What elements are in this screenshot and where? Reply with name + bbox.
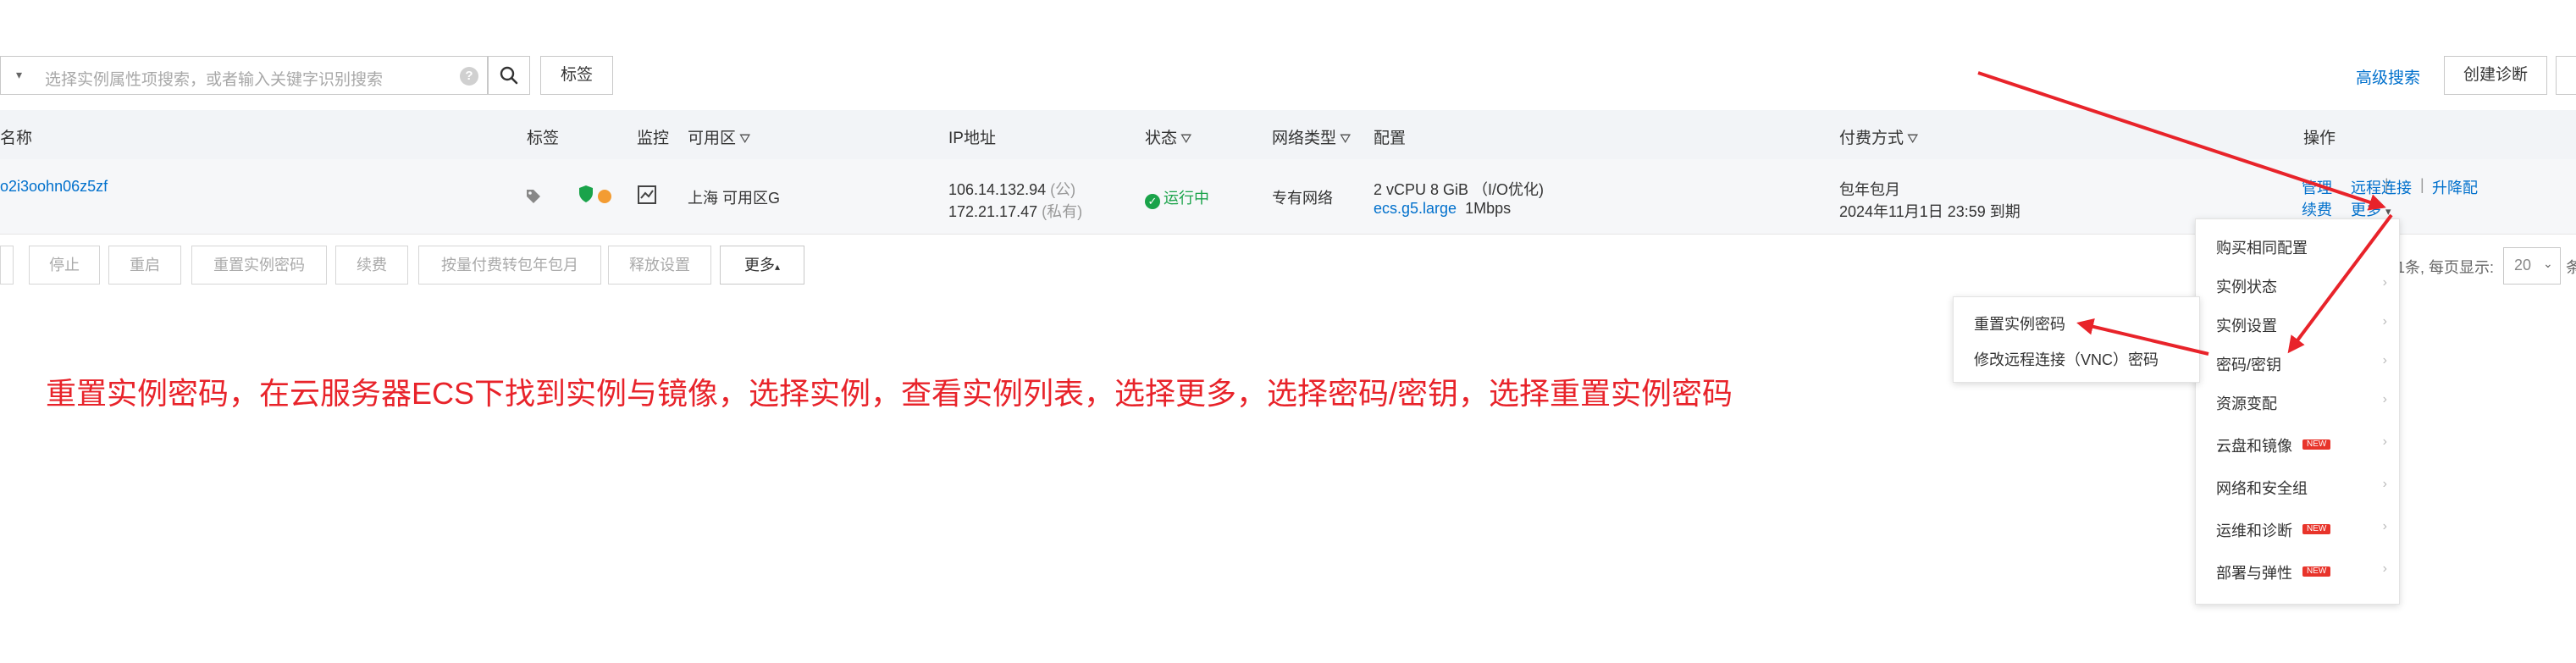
annotation-arrows bbox=[1977, 71, 2393, 356]
arrow-to-more bbox=[1977, 71, 2386, 211]
arrow-to-password-menu bbox=[2287, 213, 2393, 354]
arrow-to-reset-item bbox=[2076, 318, 2209, 356]
